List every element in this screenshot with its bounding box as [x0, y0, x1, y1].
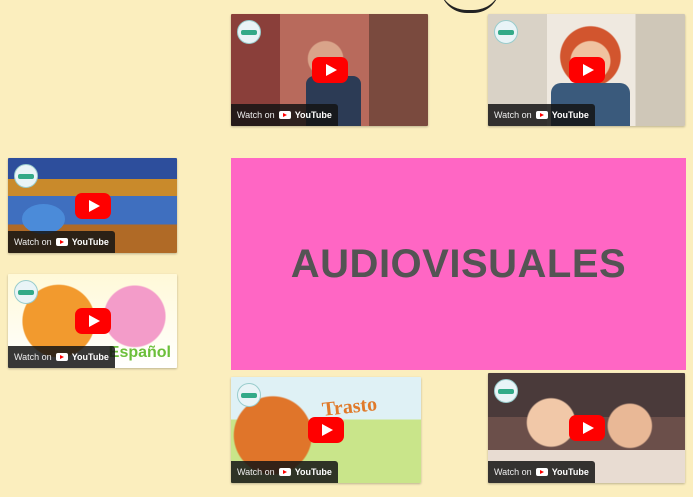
watch-on-label: Watch on: [237, 467, 275, 477]
youtube-logo-icon: [55, 238, 68, 246]
youtube-label: YouTube: [551, 110, 589, 120]
youtube-label: YouTube: [294, 110, 332, 120]
watch-on-label: Watch on: [494, 110, 532, 120]
play-icon[interactable]: [568, 415, 605, 441]
watch-on-youtube-button[interactable]: Watch on YouTube: [8, 231, 115, 253]
play-icon[interactable]: [311, 57, 348, 83]
decorative-arc: [440, 0, 500, 13]
youtube-label: YouTube: [71, 352, 109, 362]
youtube-logo-icon: [535, 468, 548, 476]
watch-on-youtube-button[interactable]: Watch on YouTube: [488, 104, 595, 126]
video-embed-3[interactable]: Watch on YouTube: [8, 158, 177, 253]
title-panel: AUDIOVISUALES: [231, 158, 686, 370]
youtube-label: YouTube: [294, 467, 332, 477]
watch-on-youtube-button[interactable]: Watch on YouTube: [231, 104, 338, 126]
watch-on-youtube-button[interactable]: Watch on YouTube: [231, 461, 338, 483]
youtube-label: YouTube: [551, 467, 589, 477]
channel-logo-icon[interactable]: [14, 280, 38, 304]
watch-on-youtube-button[interactable]: Watch on YouTube: [8, 346, 115, 368]
youtube-logo-icon: [278, 111, 291, 119]
youtube-logo-icon: [535, 111, 548, 119]
youtube-logo-icon: [55, 353, 68, 361]
channel-logo-icon[interactable]: [14, 164, 38, 188]
watch-on-youtube-button[interactable]: Watch on YouTube: [488, 461, 595, 483]
watch-on-label: Watch on: [237, 110, 275, 120]
play-icon[interactable]: [74, 308, 111, 334]
channel-logo-icon[interactable]: [494, 379, 518, 403]
watch-on-label: Watch on: [14, 237, 52, 247]
page-title: AUDIOVISUALES: [290, 241, 627, 286]
video-embed-1[interactable]: Watch on YouTube: [231, 14, 428, 126]
video-embed-5[interactable]: Watch on YouTube: [231, 377, 421, 483]
watch-on-label: Watch on: [14, 352, 52, 362]
play-icon[interactable]: [568, 57, 605, 83]
youtube-logo-icon: [278, 468, 291, 476]
video-embed-4[interactable]: Watch on YouTube: [8, 274, 177, 368]
channel-logo-icon[interactable]: [494, 20, 518, 44]
channel-logo-icon[interactable]: [237, 383, 261, 407]
youtube-label: YouTube: [71, 237, 109, 247]
video-embed-2[interactable]: Watch on YouTube: [488, 14, 685, 126]
video-embed-6[interactable]: Watch on YouTube: [488, 373, 685, 483]
channel-logo-icon[interactable]: [237, 20, 261, 44]
watch-on-label: Watch on: [494, 467, 532, 477]
play-icon[interactable]: [74, 192, 111, 219]
play-icon[interactable]: [308, 417, 344, 443]
